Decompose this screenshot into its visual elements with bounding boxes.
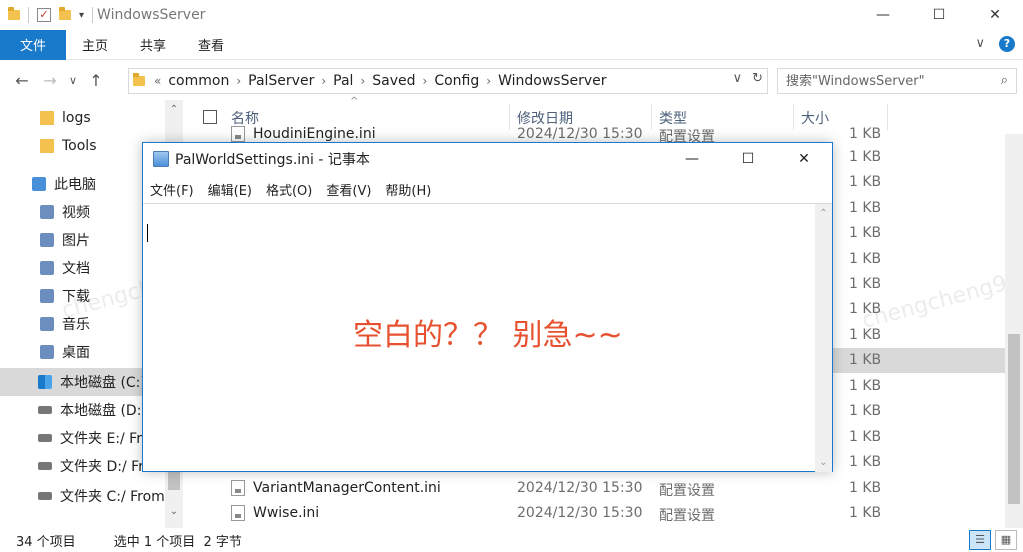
breadcrumb-config[interactable]: Config xyxy=(430,73,483,89)
ribbon-tabs: 文件 主页 共享 查看 ∨ ? xyxy=(0,29,1023,60)
folder-icon xyxy=(8,7,20,20)
computer-icon xyxy=(32,177,46,191)
windows-drive-icon xyxy=(38,375,52,389)
explorer-titlebar: ✓ ▾ WindowsServer — ☐ ✕ xyxy=(0,0,1023,30)
videos-icon xyxy=(40,205,54,219)
breadcrumb-separator-icon[interactable]: › xyxy=(233,74,244,88)
menu-help[interactable]: 帮助(H) xyxy=(378,180,438,199)
close-button[interactable]: ✕ xyxy=(967,0,1023,30)
breadcrumb-separator-icon[interactable]: › xyxy=(420,74,431,88)
sort-ascending-icon: ^ xyxy=(350,96,359,107)
notepad-title: PalWorldSettings.ini - 记事本 xyxy=(175,152,370,168)
properties-check-icon[interactable]: ✓ xyxy=(37,8,51,22)
network-drive-icon xyxy=(38,434,52,442)
selection-info: 选中 1 个项目 2 字节 xyxy=(113,534,242,550)
maximize-button[interactable]: ☐ xyxy=(911,0,967,30)
pictures-icon xyxy=(40,233,54,247)
breadcrumb-common[interactable]: common xyxy=(164,73,233,89)
menu-edit[interactable]: 编辑(E) xyxy=(201,180,259,199)
notepad-minimize-button[interactable]: — xyxy=(664,143,720,175)
tab-home[interactable]: 主页 xyxy=(66,35,124,54)
breadcrumb-saved[interactable]: Saved xyxy=(368,73,419,89)
desktop-icon xyxy=(40,345,54,359)
breadcrumb-palserver[interactable]: PalServer xyxy=(244,73,318,89)
tab-view[interactable]: 查看 xyxy=(182,35,240,54)
annotation-text: 空白的？？ 别急~~ xyxy=(353,318,623,353)
expand-ribbon-icon[interactable]: ∨ xyxy=(975,36,985,52)
address-bar-row: ← → ∨ ↑ « common › PalServer › Pal › Sav… xyxy=(0,64,1023,96)
config-file-icon xyxy=(231,505,245,521)
quick-access-toolbar: ✓ ▾ xyxy=(0,0,94,30)
menu-format[interactable]: 格式(O) xyxy=(259,180,319,199)
notepad-scrollbar[interactable]: ⌃ ⌄ xyxy=(815,204,832,472)
notepad-menubar: 文件(F) 编辑(E) 格式(O) 查看(V) 帮助(H) xyxy=(143,177,832,201)
notepad-maximize-button[interactable]: ☐ xyxy=(720,143,776,175)
breadcrumb-separator-icon[interactable]: › xyxy=(318,74,329,88)
documents-icon xyxy=(40,261,54,275)
breadcrumb-windowsserver[interactable]: WindowsServer xyxy=(494,73,610,89)
new-folder-icon[interactable] xyxy=(59,7,71,20)
search-input[interactable] xyxy=(786,73,986,89)
tab-file[interactable]: 文件 xyxy=(0,29,66,60)
folder-icon xyxy=(133,73,145,86)
notepad-close-button[interactable]: ✕ xyxy=(776,143,832,175)
help-icon[interactable]: ? xyxy=(999,36,1015,52)
details-view-icon[interactable]: ☰ xyxy=(969,530,991,550)
scroll-down-icon[interactable]: ⌄ xyxy=(815,457,832,468)
scroll-up-icon[interactable]: ⌃ xyxy=(815,208,832,219)
drive-icon xyxy=(38,406,52,414)
customize-toolbar-icon[interactable]: ▾ xyxy=(79,10,84,21)
search-icon[interactable]: ⌕ xyxy=(1001,73,1008,88)
forward-arrow-icon[interactable]: → xyxy=(36,71,64,90)
config-file-icon xyxy=(231,480,245,496)
folder-icon xyxy=(40,111,54,125)
tab-share[interactable]: 共享 xyxy=(124,35,182,54)
search-box[interactable]: ⌕ xyxy=(777,68,1017,94)
minimize-button[interactable]: — xyxy=(855,0,911,30)
item-count: 34 个项目 xyxy=(16,534,76,550)
nav-item-logs[interactable]: logs xyxy=(0,104,185,132)
window-controls: — ☐ ✕ xyxy=(855,0,1023,30)
breadcrumb-pal[interactable]: Pal xyxy=(329,73,357,89)
back-arrow-icon[interactable]: ← xyxy=(8,71,36,90)
text-caret xyxy=(147,224,148,242)
music-icon xyxy=(40,317,54,331)
window-title: WindowsServer xyxy=(97,7,206,23)
scroll-down-icon[interactable]: ⌄ xyxy=(165,506,183,524)
network-drive-icon xyxy=(38,462,52,470)
downloads-icon xyxy=(40,289,54,303)
large-icons-view-icon[interactable]: ▦ xyxy=(995,530,1017,550)
breadcrumb-separator-icon[interactable]: › xyxy=(357,74,368,88)
overflow-chevron-icon[interactable]: « xyxy=(151,74,164,88)
recent-locations-icon[interactable]: ∨ xyxy=(64,74,82,87)
status-bar: 34 个项目 选中 1 个项目 2 字节 ☰ ▦ xyxy=(0,528,1023,552)
menu-view[interactable]: 查看(V) xyxy=(319,180,378,199)
table-row[interactable]: VariantManagerContent.ini 2024/12/30 15:… xyxy=(185,476,1005,501)
refresh-icon[interactable]: ↻ xyxy=(752,71,763,86)
address-dropdown-icon[interactable]: ∨ xyxy=(733,71,743,86)
table-row[interactable]: Wwise.ini 2024/12/30 15:30 配置设置 1 KB xyxy=(185,501,1005,526)
network-drive-icon xyxy=(38,492,52,500)
notepad-window: PalWorldSettings.ini - 记事本 — ☐ ✕ 文件(F) 编… xyxy=(142,142,833,472)
file-list-scroll-thumb[interactable] xyxy=(1008,334,1020,504)
notepad-icon xyxy=(153,151,169,167)
notepad-text-area[interactable]: 空白的？？ 别急~~ ⌃ ⌄ xyxy=(143,203,832,472)
file-list-scrollbar[interactable] xyxy=(1005,134,1023,528)
address-bar[interactable]: « common › PalServer › Pal › Saved › Con… xyxy=(128,68,768,94)
scroll-up-icon[interactable]: ⌃ xyxy=(165,104,183,122)
menu-file[interactable]: 文件(F) xyxy=(143,180,201,199)
nav-item-folder-c[interactable]: 文件夹 C:/ From xyxy=(0,482,185,510)
config-file-icon xyxy=(231,126,245,142)
notepad-titlebar[interactable]: PalWorldSettings.ini - 记事本 — ☐ ✕ xyxy=(143,143,832,175)
up-arrow-icon[interactable]: ↑ xyxy=(82,71,110,90)
breadcrumb-separator-icon[interactable]: › xyxy=(483,74,494,88)
folder-icon xyxy=(40,139,54,153)
